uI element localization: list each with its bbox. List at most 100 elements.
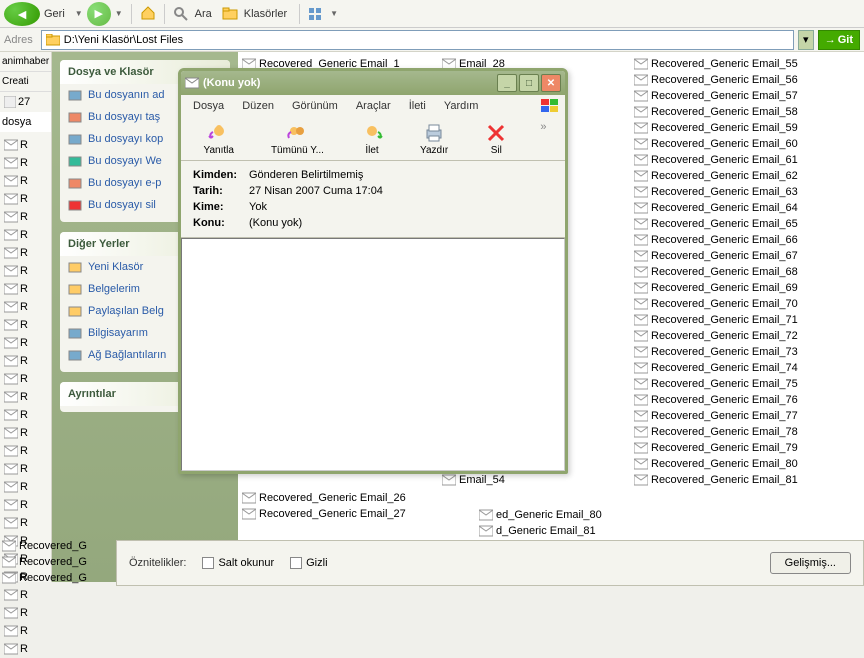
file-item[interactable]: Recovered_Generic Email_58 xyxy=(632,104,818,120)
file-item[interactable]: Recovered_Generic Email_73 xyxy=(632,344,818,360)
menu-tools[interactable]: Araçlar xyxy=(348,98,399,114)
list-item[interactable]: R xyxy=(0,244,51,262)
list-item[interactable]: R xyxy=(0,586,51,604)
back-dropdown[interactable]: ▼ xyxy=(73,9,85,18)
menu-view[interactable]: Görünüm xyxy=(284,98,346,114)
list-item[interactable]: R xyxy=(0,622,51,640)
file-item[interactable]: Recovered_Generic Email_26 xyxy=(240,490,436,506)
readonly-checkbox[interactable]: Salt okunur xyxy=(202,557,274,569)
menu-file[interactable]: Dosya xyxy=(185,98,232,114)
menu-message[interactable]: İleti xyxy=(401,98,434,114)
search-icon[interactable] xyxy=(171,4,191,24)
list-item[interactable]: R xyxy=(0,262,51,280)
forward-button[interactable]: ▶ xyxy=(87,2,111,26)
file-item[interactable]: Recovered_Generic Email_74 xyxy=(632,360,818,376)
print-button[interactable]: Yazdır xyxy=(414,120,454,158)
file-item[interactable]: Recovered_Generic Email_79 xyxy=(632,440,818,456)
list-item[interactable]: R xyxy=(0,406,51,424)
file-item[interactable]: Recovered_Generic Email_80 xyxy=(632,456,818,472)
email-body[interactable] xyxy=(181,238,565,471)
file-item[interactable]: Recovered_Generic Email_66 xyxy=(632,232,818,248)
file-item[interactable]: Recovered_G xyxy=(0,570,116,586)
list-item[interactable]: R xyxy=(0,334,51,352)
close-button[interactable]: ✕ xyxy=(541,74,561,92)
file-item[interactable]: d_Generic Email_81 xyxy=(477,523,604,539)
list-item[interactable]: R xyxy=(0,514,51,532)
advanced-button[interactable]: Gelişmiş... xyxy=(770,552,851,574)
list-item[interactable]: R xyxy=(0,496,51,514)
rename-icon xyxy=(68,88,82,102)
reply-button[interactable]: Yanıtla xyxy=(198,120,240,158)
list-item[interactable]: R xyxy=(0,442,51,460)
file-item[interactable]: Recovered_Generic Email_65 xyxy=(632,216,818,232)
menu-help[interactable]: Yardım xyxy=(436,98,487,114)
back-button[interactable]: ◄ xyxy=(4,2,40,26)
file-item[interactable]: Recovered_Generic Email_61 xyxy=(632,152,818,168)
from-label: Kimden: xyxy=(193,169,249,181)
file-item[interactable]: Recovered_Generic Email_67 xyxy=(632,248,818,264)
file-item[interactable]: Recovered_G xyxy=(0,554,116,570)
file-item[interactable]: Recovered_Generic Email_77 xyxy=(632,408,818,424)
list-item[interactable]: R xyxy=(0,352,51,370)
list-item[interactable]: R xyxy=(0,208,51,226)
tab-1[interactable]: animhaber xyxy=(0,52,51,72)
list-item[interactable]: R xyxy=(0,460,51,478)
file-item[interactable]: Recovered_Generic Email_56 xyxy=(632,72,818,88)
address-input[interactable]: D:\Yeni Klasör\Lost Files xyxy=(41,30,794,50)
toolbar-overflow[interactable]: » xyxy=(538,119,548,135)
list-item[interactable]: R xyxy=(0,226,51,244)
list-item[interactable]: R xyxy=(0,370,51,388)
list-item[interactable]: R xyxy=(0,388,51,406)
views-button[interactable] xyxy=(306,4,326,24)
list-item[interactable]: R xyxy=(0,478,51,496)
address-bar: Adres D:\Yeni Klasör\Lost Files ▾ → Git xyxy=(0,28,864,52)
file-item[interactable]: Recovered_Generic Email_63 xyxy=(632,184,818,200)
file-item[interactable]: Recovered_Generic Email_78 xyxy=(632,424,818,440)
dialog-titlebar[interactable]: (Konu yok) _ □ ✕ xyxy=(181,71,565,95)
forward-dropdown[interactable]: ▼ xyxy=(113,9,125,18)
file-item[interactable]: Recovered_Generic Email_69 xyxy=(632,280,818,296)
up-button[interactable] xyxy=(138,4,158,24)
forward-button-dlg[interactable]: İlet xyxy=(355,120,389,158)
folders-icon[interactable] xyxy=(220,4,240,24)
file-item[interactable]: Recovered_Generic Email_71 xyxy=(632,312,818,328)
list-item[interactable]: R xyxy=(0,136,51,154)
file-item[interactable]: Recovered_Generic Email_57 xyxy=(632,88,818,104)
search-label: Ara xyxy=(195,8,212,20)
list-item[interactable]: R xyxy=(0,154,51,172)
menu-edit[interactable]: Düzen xyxy=(234,98,282,114)
list-item[interactable]: R xyxy=(0,316,51,334)
file-item[interactable]: Recovered_G xyxy=(0,538,116,554)
list-item[interactable]: R xyxy=(0,424,51,442)
tab-2[interactable]: Creati xyxy=(0,72,51,92)
file-item[interactable]: Recovered_Generic Email_64 xyxy=(632,200,818,216)
file-item[interactable]: Recovered_Generic Email_76 xyxy=(632,392,818,408)
file-item[interactable]: Email_54 xyxy=(440,472,628,488)
list-item[interactable]: R xyxy=(0,190,51,208)
word-label: dosya xyxy=(0,112,51,132)
list-item[interactable]: R xyxy=(0,640,51,658)
file-item[interactable]: Recovered_Generic Email_27 xyxy=(240,506,436,522)
file-item[interactable]: Recovered_Generic Email_62 xyxy=(632,168,818,184)
minimize-button[interactable]: _ xyxy=(497,74,517,92)
file-item[interactable]: Recovered_Generic Email_59 xyxy=(632,120,818,136)
file-item[interactable]: Recovered_Generic Email_72 xyxy=(632,328,818,344)
file-item[interactable]: Recovered_Generic Email_75 xyxy=(632,376,818,392)
file-item[interactable]: Recovered_Generic Email_60 xyxy=(632,136,818,152)
address-dropdown[interactable]: ▾ xyxy=(798,30,814,50)
list-item[interactable]: R xyxy=(0,280,51,298)
hidden-checkbox[interactable]: Gizli xyxy=(290,557,327,569)
list-item[interactable]: R xyxy=(0,172,51,190)
file-item[interactable]: ed_Generic Email_80 xyxy=(477,507,604,523)
list-item[interactable]: R xyxy=(0,604,51,622)
maximize-button[interactable]: □ xyxy=(519,74,539,92)
reply-all-button[interactable]: Tümünü Y... xyxy=(265,120,330,158)
go-button[interactable]: → Git xyxy=(818,30,860,50)
file-item[interactable]: Recovered_Generic Email_68 xyxy=(632,264,818,280)
folder-icon xyxy=(68,260,82,274)
file-item[interactable]: Recovered_Generic Email_55 xyxy=(632,56,818,72)
file-item[interactable]: Recovered_Generic Email_70 xyxy=(632,296,818,312)
file-item[interactable]: Recovered_Generic Email_81 xyxy=(632,472,818,488)
list-item[interactable]: R xyxy=(0,298,51,316)
delete-button[interactable]: Sil xyxy=(479,120,513,158)
